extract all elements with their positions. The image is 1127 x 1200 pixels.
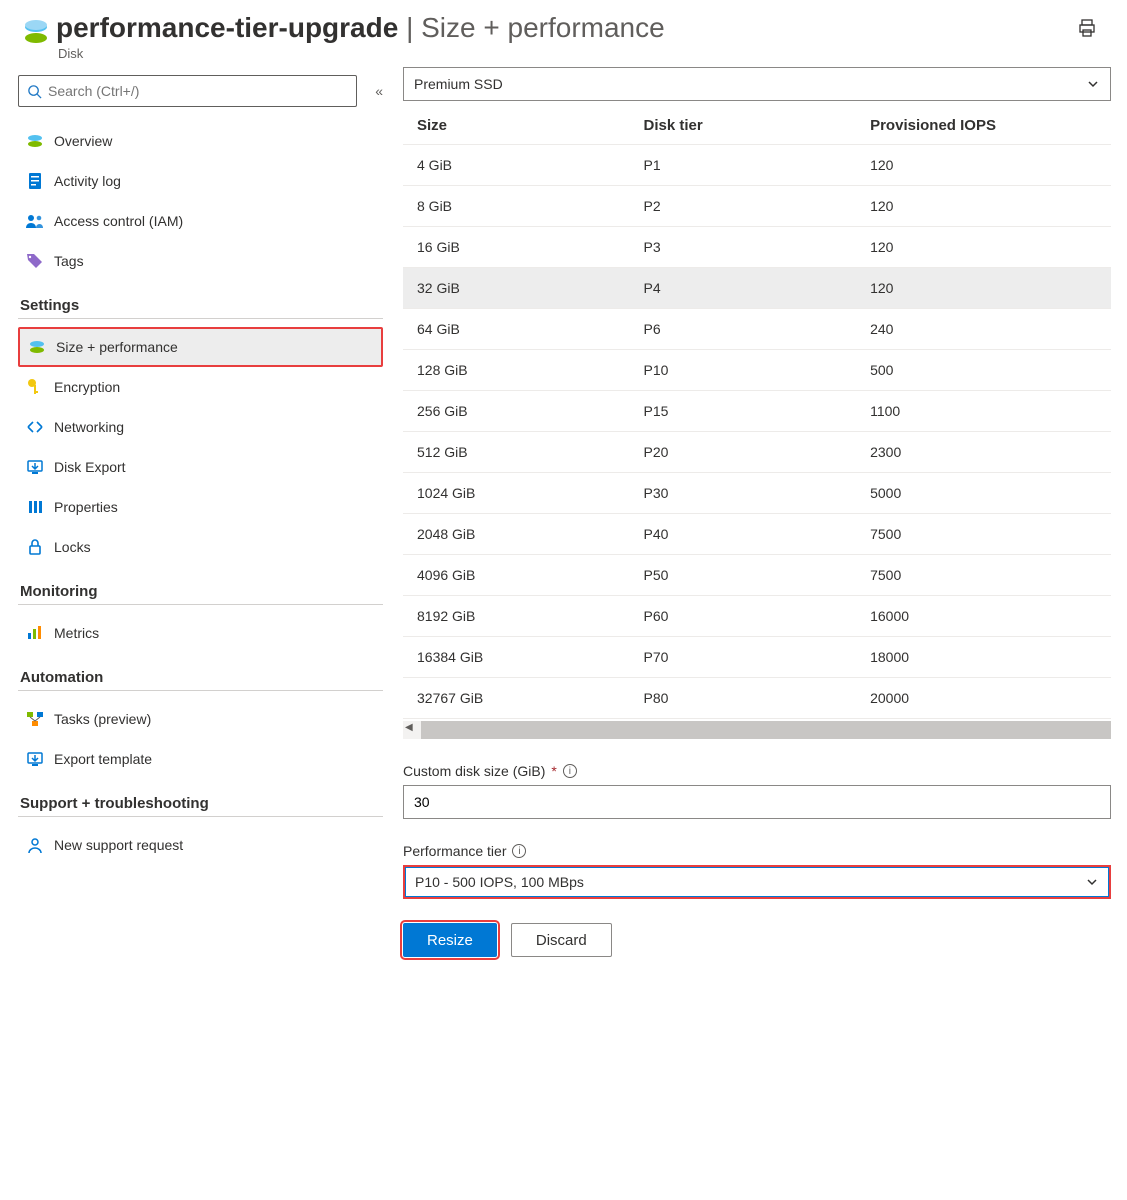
chevron-down-icon <box>1086 77 1100 91</box>
column-size[interactable]: Size <box>403 107 630 145</box>
main-content: Premium SSD Size Disk tier Provisioned I… <box>395 67 1127 975</box>
table-row[interactable]: 4 GiBP1120 <box>403 145 1111 186</box>
section-automation: Automation <box>20 669 383 686</box>
search-icon <box>27 84 42 99</box>
info-icon[interactable]: i <box>563 764 577 778</box>
required-star: * <box>551 763 556 779</box>
sidebar-item-size-performance[interactable]: Size + performance <box>18 327 383 367</box>
sidebar-item-metrics[interactable]: Metrics <box>18 613 383 653</box>
search-input[interactable] <box>18 75 357 107</box>
table-row[interactable]: 8192 GiBP6016000 <box>403 596 1111 637</box>
print-icon[interactable] <box>1077 12 1107 38</box>
section-monitoring: Monitoring <box>20 583 383 600</box>
page-header: performance-tier-upgrade | Size + perfor… <box>0 0 1127 67</box>
sidebar-item-access-control[interactable]: Access control (IAM) <box>18 201 383 241</box>
performance-tier-dropdown[interactable]: P10 - 500 IOPS, 100 MBps <box>403 865 1111 899</box>
table-row[interactable]: 32 GiBP4120 <box>403 268 1111 309</box>
custom-size-label: Custom disk size (GiB) * i <box>403 763 1111 779</box>
table-row[interactable]: 1024 GiBP305000 <box>403 473 1111 514</box>
metrics-icon <box>22 625 48 641</box>
horizontal-scrollbar[interactable]: ◀ <box>403 721 1111 739</box>
table-row[interactable]: 4096 GiBP507500 <box>403 555 1111 596</box>
discard-button[interactable]: Discard <box>511 923 612 957</box>
table-row[interactable]: 64 GiBP6240 <box>403 309 1111 350</box>
resize-button[interactable]: Resize <box>403 923 497 957</box>
sidebar-item-networking[interactable]: Networking <box>18 407 383 447</box>
tag-icon <box>22 253 48 269</box>
disk-icon <box>24 338 50 356</box>
performance-tier-label: Performance tier i <box>403 843 1111 859</box>
network-icon <box>22 420 48 434</box>
page-title: performance-tier-upgrade | Size + perfor… <box>56 12 1077 44</box>
tasks-icon <box>22 711 48 727</box>
log-icon <box>22 172 48 190</box>
table-row[interactable]: 32767 GiBP8020000 <box>403 678 1111 719</box>
people-icon <box>22 213 48 229</box>
sidebar-item-locks[interactable]: Locks <box>18 527 383 567</box>
table-row[interactable]: 256 GiBP151100 <box>403 391 1111 432</box>
sidebar-item-overview[interactable]: Overview <box>18 121 383 161</box>
support-icon <box>22 836 48 854</box>
sidebar: « Overview Activity log Access control (… <box>0 67 395 975</box>
table-row[interactable]: 128 GiBP10500 <box>403 350 1111 391</box>
disk-size-table: Size Disk tier Provisioned IOPS 4 GiBP11… <box>403 107 1111 719</box>
section-settings: Settings <box>20 297 383 314</box>
sidebar-item-export-template[interactable]: Export template <box>18 739 383 779</box>
export-icon <box>22 459 48 475</box>
disk-icon <box>20 12 56 48</box>
sidebar-item-tags[interactable]: Tags <box>18 241 383 281</box>
collapse-sidebar-button[interactable]: « <box>375 83 383 99</box>
key-icon <box>22 378 48 396</box>
lock-icon <box>22 538 48 556</box>
scroll-left-icon: ◀ <box>405 722 413 733</box>
sidebar-item-activity-log[interactable]: Activity log <box>18 161 383 201</box>
column-tier[interactable]: Disk tier <box>630 107 857 145</box>
chevron-down-icon <box>1085 875 1099 889</box>
table-row[interactable]: 8 GiBP2120 <box>403 186 1111 227</box>
sidebar-item-properties[interactable]: Properties <box>18 487 383 527</box>
section-support: Support + troubleshooting <box>20 795 383 812</box>
table-row[interactable]: 16384 GiBP7018000 <box>403 637 1111 678</box>
sidebar-item-new-support-request[interactable]: New support request <box>18 825 383 865</box>
table-row[interactable]: 2048 GiBP407500 <box>403 514 1111 555</box>
column-iops[interactable]: Provisioned IOPS <box>856 107 1111 145</box>
resource-type-label: Disk <box>58 46 1077 61</box>
sidebar-item-tasks[interactable]: Tasks (preview) <box>18 699 383 739</box>
sidebar-item-disk-export[interactable]: Disk Export <box>18 447 383 487</box>
disk-icon <box>22 132 48 150</box>
sidebar-item-encryption[interactable]: Encryption <box>18 367 383 407</box>
table-row[interactable]: 512 GiBP202300 <box>403 432 1111 473</box>
info-icon[interactable]: i <box>512 844 526 858</box>
custom-size-input[interactable] <box>403 785 1111 819</box>
disk-sku-dropdown[interactable]: Premium SSD <box>403 67 1111 101</box>
properties-icon <box>22 499 48 515</box>
export-template-icon <box>22 751 48 767</box>
table-row[interactable]: 16 GiBP3120 <box>403 227 1111 268</box>
